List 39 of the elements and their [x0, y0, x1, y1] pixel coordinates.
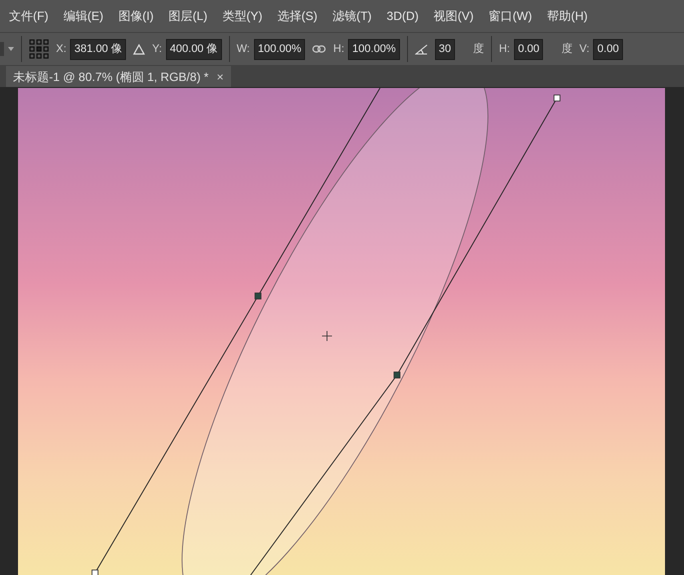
menu-item[interactable]: 选择(S) [277, 7, 318, 25]
menu-item[interactable]: 图像(I) [118, 7, 154, 25]
menu-item[interactable]: 帮助(H) [546, 7, 588, 25]
menu-item[interactable]: 视图(V) [434, 7, 474, 25]
input-field[interactable]: 0.00 [514, 38, 544, 60]
input-field[interactable]: 0.00 [593, 38, 623, 60]
caret-icon[interactable] [8, 47, 14, 51]
field-label: V: [579, 42, 590, 57]
menu-item[interactable]: 图层(L) [168, 7, 208, 25]
input-field[interactable]: 400.00 像 [166, 38, 222, 60]
angle-icon [414, 44, 428, 54]
anchor-handle[interactable] [394, 372, 400, 378]
document-tab[interactable]: 未标题-1 @ 80.7% (椭圆 1, RGB/8) * × [6, 66, 231, 87]
input-field[interactable]: 30 [434, 38, 455, 60]
menu-item[interactable]: 编辑(E) [63, 7, 104, 25]
menu-item[interactable]: 文件(F) [9, 7, 48, 25]
unit-label: 度 [561, 42, 572, 57]
input-field[interactable]: 381.00 像 [70, 38, 126, 60]
input-field[interactable]: 100.00% [254, 38, 306, 60]
field-label: W: [236, 42, 250, 57]
anchor-handle[interactable] [554, 94, 560, 102]
link-icon[interactable] [312, 45, 326, 53]
field-label: H: [498, 42, 510, 57]
center-point-icon [322, 330, 332, 342]
delta-icon [133, 44, 146, 54]
menu-item[interactable]: 滤镜(T) [332, 7, 372, 25]
close-icon[interactable]: × [216, 68, 224, 86]
anchor-handle[interactable] [254, 292, 262, 300]
reference-point-icon[interactable] [29, 39, 49, 59]
menu-item[interactable]: 3D(D) [386, 7, 419, 25]
tab-title: 未标题-1 @ 80.7% (椭圆 1, RGB/8) * [13, 68, 209, 86]
input-field[interactable]: 100.00% [348, 38, 400, 60]
menu-item[interactable]: 窗口(W) [488, 7, 532, 25]
field-label: X: [56, 42, 66, 57]
unit-label: 度 [472, 42, 484, 57]
field-label: Y: [152, 42, 162, 57]
menu-item[interactable]: 类型(Y) [222, 7, 262, 25]
anchor-handle[interactable] [92, 570, 98, 575]
field-label: H: [333, 42, 344, 57]
